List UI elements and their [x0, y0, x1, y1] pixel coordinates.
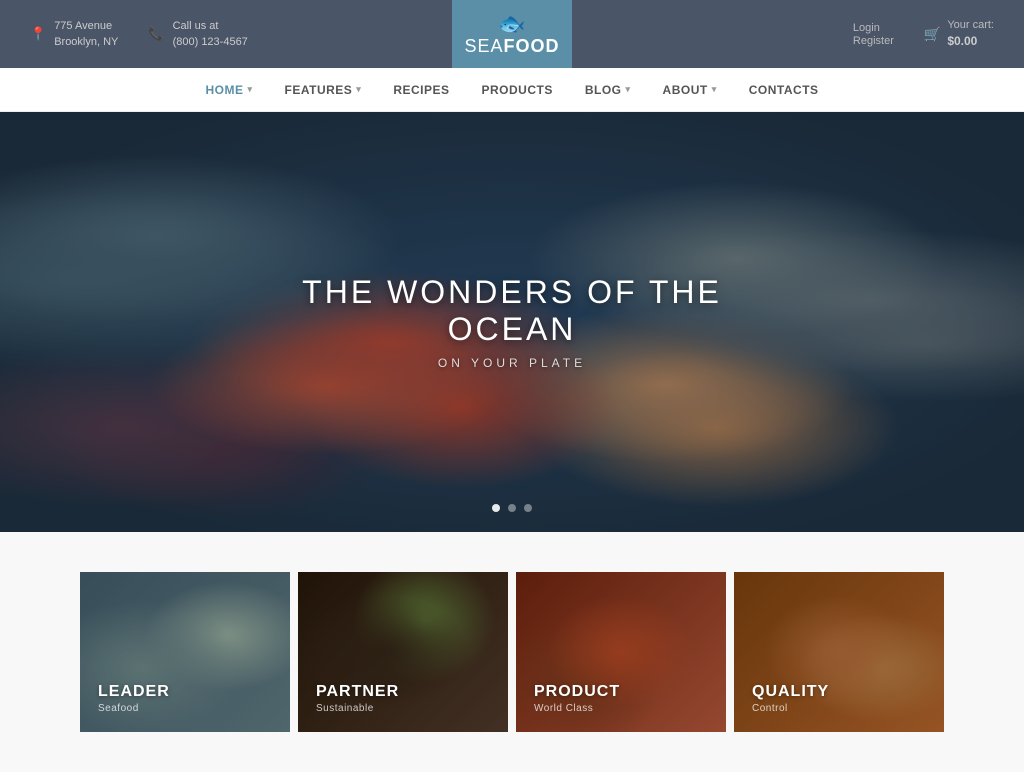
card-sub-leader: Seafood: [98, 703, 170, 714]
category-card-product[interactable]: PRODUCT World Class: [516, 572, 726, 732]
cart-label: Your cart:: [947, 18, 994, 33]
card-title-leader: LEADER: [98, 683, 170, 701]
top-bar-left: 📍 775 Avenue Brooklyn, NY 📞 Call us at (…: [30, 18, 248, 51]
hero-subtitle: ON YOUR PLATE: [256, 356, 768, 370]
nav-bar: HOME ▾ FEATURES ▾ RECIPES PRODUCTS BLOG …: [0, 68, 1024, 112]
nav-item-products[interactable]: PRODUCTS: [466, 68, 569, 112]
category-card-leader[interactable]: LEADER Seafood: [80, 572, 290, 732]
address-info: 📍 775 Avenue Brooklyn, NY: [30, 18, 118, 51]
nav-item-blog[interactable]: BLOG ▾: [569, 68, 647, 112]
top-bar: 📍 775 Avenue Brooklyn, NY 📞 Call us at (…: [0, 0, 1024, 68]
login-label[interactable]: Login: [853, 22, 880, 34]
nav-item-recipes[interactable]: RECIPES: [377, 68, 465, 112]
phone-label: Call us at: [173, 18, 248, 35]
nav-item-features[interactable]: FEATURES ▾: [269, 68, 378, 112]
login-area[interactable]: Login Register: [853, 22, 894, 47]
cart-price: $0.00: [947, 33, 994, 50]
phone-icon: 📞: [148, 24, 164, 44]
hero-dot-2[interactable]: [508, 504, 516, 512]
chevron-down-icon: ▾: [712, 84, 717, 95]
address-line2: Brooklyn, NY: [54, 34, 118, 51]
card-content-product: PRODUCT World Class: [534, 683, 620, 714]
card-content-leader: LEADER Seafood: [98, 683, 170, 714]
phone-info: 📞 Call us at (800) 123-4567: [148, 18, 247, 51]
card-title-quality: QUALITY: [752, 683, 829, 701]
category-grid: LEADER Seafood PARTNER Sustainable PRODU…: [80, 572, 944, 732]
hero-dot-1[interactable]: [492, 504, 500, 512]
card-sub-partner: Sustainable: [316, 703, 399, 714]
card-content-partner: PARTNER Sustainable: [316, 683, 399, 714]
card-title-partner: PARTNER: [316, 683, 399, 701]
cart-area[interactable]: 🛒 Your cart: $0.00: [924, 18, 994, 50]
cart-icon: 🛒: [924, 26, 941, 43]
top-bar-right: Login Register 🛒 Your cart: $0.00: [853, 18, 994, 50]
register-label[interactable]: Register: [853, 35, 894, 47]
nav-item-about[interactable]: ABOUT ▾: [647, 68, 733, 112]
hero-section: THE WONDERS OF THE OCEAN ON YOUR PLATE: [0, 112, 1024, 532]
phone-number: (800) 123-4567: [173, 34, 248, 51]
chevron-down-icon: ▾: [356, 84, 361, 95]
pin-icon: 📍: [30, 24, 46, 44]
chevron-down-icon: ▾: [626, 84, 631, 95]
card-title-product: PRODUCT: [534, 683, 620, 701]
category-section: LEADER Seafood PARTNER Sustainable PRODU…: [0, 532, 1024, 772]
nav-item-contacts[interactable]: CONTACTS: [733, 68, 835, 112]
logo-text: SEAFOOD: [464, 37, 559, 57]
hero-title: THE WONDERS OF THE OCEAN: [256, 274, 768, 348]
hero-content: THE WONDERS OF THE OCEAN ON YOUR PLATE: [256, 274, 768, 370]
card-sub-product: World Class: [534, 703, 620, 714]
chevron-down-icon: ▾: [247, 84, 252, 95]
nav-item-home[interactable]: HOME ▾: [189, 68, 268, 112]
category-card-partner[interactable]: PARTNER Sustainable: [298, 572, 508, 732]
fish-icon: 🐟: [498, 11, 525, 37]
hero-dots: [492, 504, 532, 512]
logo[interactable]: 🐟 SEAFOOD: [452, 0, 572, 68]
address-line1: 775 Avenue: [54, 18, 118, 35]
category-card-quality[interactable]: QUALITY Control: [734, 572, 944, 732]
card-sub-quality: Control: [752, 703, 829, 714]
hero-dot-3[interactable]: [524, 504, 532, 512]
card-content-quality: QUALITY Control: [752, 683, 829, 714]
